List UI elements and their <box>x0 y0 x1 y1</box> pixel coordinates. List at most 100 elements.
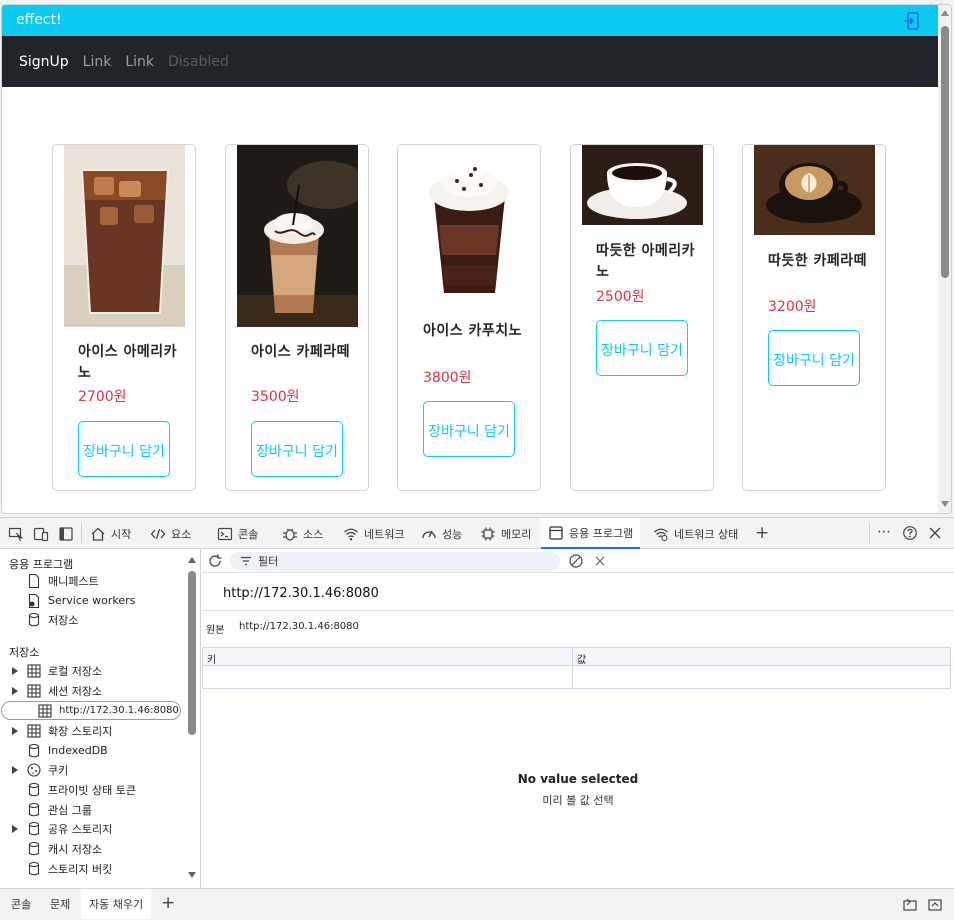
nav-brand-signup[interactable]: SignUp <box>19 54 69 70</box>
sidebar-scrollbar[interactable] <box>187 549 199 888</box>
help-icon[interactable] <box>902 525 918 541</box>
sidebar-item-storage-buckets[interactable]: 스토리지 버킷 <box>26 859 112 878</box>
tab-label: 소스 <box>303 527 324 541</box>
sidebar-item-manifest[interactable]: 매니페스트 <box>26 571 99 590</box>
tab-memory[interactable]: 메모리 <box>480 518 531 549</box>
sidebar-item-interest-groups[interactable]: 관심 그룹 <box>26 800 92 819</box>
dock-sidebar-icon[interactable] <box>58 526 74 542</box>
sidebar-item-session-storage[interactable]: 세션 저장소 <box>12 681 102 700</box>
database-icon <box>28 782 40 796</box>
sidebar-item-storage[interactable]: 저장소 <box>26 610 78 629</box>
scroll-down-arrow[interactable] <box>941 501 949 507</box>
add-tab-icon[interactable]: + <box>755 523 769 543</box>
drawer-tab-issues[interactable]: 문제 <box>50 889 70 919</box>
sidebar-item-service-workers[interactable]: Service workers <box>26 591 135 610</box>
tab-network-conditions[interactable]: 네트워크 상태 <box>653 518 738 549</box>
devtools-tab-bar: 시작 요소 콘솔 소스 네트워크 성능 메모리 응용 프로그램 네트워크 상태 … <box>0 518 954 549</box>
tab-elements[interactable]: 요소 <box>150 518 191 549</box>
close-icon[interactable] <box>927 525 943 541</box>
sidebar-section-storage: 저장소 <box>9 646 40 659</box>
key-value-table: 키 값 <box>202 647 951 689</box>
home-icon <box>91 527 105 541</box>
drawer-tab-autofill[interactable]: 자동 채우기 <box>81 889 152 919</box>
application-sidebar: 응용 프로그램 매니페스트 Service workers 저장소 저장소 로컬… <box>0 549 201 888</box>
origin-heading: http://172.30.1.46:8080 <box>223 586 379 601</box>
nav-link-disabled: Disabled <box>168 54 229 70</box>
top-bar: effect! <box>2 5 938 36</box>
table-header: 키 값 <box>203 648 950 666</box>
database-icon <box>28 861 40 875</box>
product-price: 2500원 <box>596 289 645 305</box>
tab-console[interactable]: 콘솔 <box>217 518 258 549</box>
sidebar-item-shared-storage[interactable]: 공유 스토리지 <box>12 819 112 838</box>
page-viewport: effect! SignUp Link Link Disabled 아이스 아메… <box>1 4 952 514</box>
origin-label: 원본 <box>206 625 225 636</box>
expand-arrow-icon[interactable] <box>12 765 18 774</box>
sidebar-item-label: 저장소 <box>48 613 79 627</box>
add-to-cart-button[interactable]: 장바구니 담기 <box>596 320 688 376</box>
sidebar-item-label: 매니페스트 <box>48 574 99 588</box>
tab-label: 네트워크 상태 <box>674 527 739 541</box>
drawer-tab-console[interactable]: 콘솔 <box>11 889 31 919</box>
device-toolbar-icon[interactable] <box>33 526 49 542</box>
inspect-icon[interactable] <box>8 526 24 542</box>
empty-state-title: No value selected <box>517 772 639 786</box>
tab-application[interactable]: 응용 프로그램 <box>541 518 641 549</box>
sidebar-item-label: 확장 스토리지 <box>48 724 113 738</box>
clear-all-icon[interactable] <box>568 553 584 569</box>
column-header-value[interactable]: 값 <box>577 651 586 666</box>
delete-selected-icon[interactable] <box>592 553 608 569</box>
dock-drawer-icon[interactable] <box>902 897 918 913</box>
sidebar-item-label: IndexedDB <box>48 744 108 757</box>
product-price: 3800원 <box>423 370 472 386</box>
page-scrollbar[interactable] <box>938 5 951 513</box>
sidebar-item-extension-storage[interactable]: 확장 스토리지 <box>12 721 112 740</box>
tab-sources[interactable]: 소스 <box>282 518 323 549</box>
product-image-hot-americano <box>582 145 703 225</box>
expand-arrow-icon[interactable] <box>12 824 18 833</box>
expand-arrow-icon[interactable] <box>12 686 18 695</box>
add-to-cart-button[interactable]: 장바구니 담기 <box>423 401 515 457</box>
more-icon[interactable]: ⋯ <box>877 524 892 540</box>
nav-link-1[interactable]: Link <box>83 54 112 70</box>
filter-input[interactable]: 필터 <box>230 552 560 570</box>
scroll-up-arrow[interactable] <box>941 10 949 16</box>
tab-label: 요소 <box>171 527 192 541</box>
tab-network[interactable]: 네트워크 <box>343 518 404 549</box>
collapse-drawer-icon[interactable] <box>927 897 943 913</box>
product-name: 아이스 카푸치노 <box>423 323 523 339</box>
scrollbar-thumb[interactable] <box>941 26 949 278</box>
expand-arrow-icon[interactable] <box>12 726 18 735</box>
nav-link-2[interactable]: Link <box>125 54 154 70</box>
wifi-icon <box>344 528 358 540</box>
add-to-cart-button[interactable]: 장바구니 담기 <box>251 421 343 477</box>
refresh-icon[interactable] <box>207 553 223 569</box>
tab-label: 네트워크 <box>364 527 405 541</box>
sidebar-item-private-state-tokens[interactable]: 프라이빗 상태 토큰 <box>26 780 136 799</box>
add-drawer-tab-icon[interactable]: + <box>161 893 175 913</box>
product-name: 아이스 카페라떼 <box>251 344 351 360</box>
sidebar-item-session-origin[interactable]: http://172.30.1.46:8080 <box>1 701 181 720</box>
logout-icon[interactable] <box>902 11 922 31</box>
column-header-key[interactable]: 키 <box>207 651 216 666</box>
sidebar-item-label: 스토리지 버킷 <box>48 862 113 876</box>
scroll-down-arrow[interactable] <box>188 872 196 878</box>
sidebar-section-application: 응용 프로그램 <box>9 558 74 571</box>
sidebar-item-local-storage[interactable]: 로컬 저장소 <box>12 661 102 680</box>
sidebar-item-cookies[interactable]: 쿠키 <box>12 760 68 779</box>
tab-start[interactable]: 시작 <box>90 518 131 549</box>
sidebar-item-indexeddb[interactable]: IndexedDB <box>26 741 108 760</box>
add-to-cart-button[interactable]: 장바구니 담기 <box>78 421 170 477</box>
tab-performance[interactable]: 성능 <box>421 518 462 549</box>
product-image-iced-americano <box>64 145 185 327</box>
tab-label: 시작 <box>111 527 132 541</box>
sidebar-item-label: http://172.30.1.46:8080 <box>59 705 179 716</box>
storage-view: 필터 http://172.30.1.46:8080 원본 http://172… <box>202 549 954 888</box>
expand-arrow-icon[interactable] <box>12 666 18 675</box>
add-to-cart-button[interactable]: 장바구니 담기 <box>768 330 860 386</box>
scroll-up-arrow[interactable] <box>188 557 196 563</box>
sidebar-item-cache-storage[interactable]: 캐시 저장소 <box>26 839 102 858</box>
scrollbar-thumb[interactable] <box>188 571 196 735</box>
database-icon <box>28 743 40 757</box>
database-icon <box>28 841 40 855</box>
